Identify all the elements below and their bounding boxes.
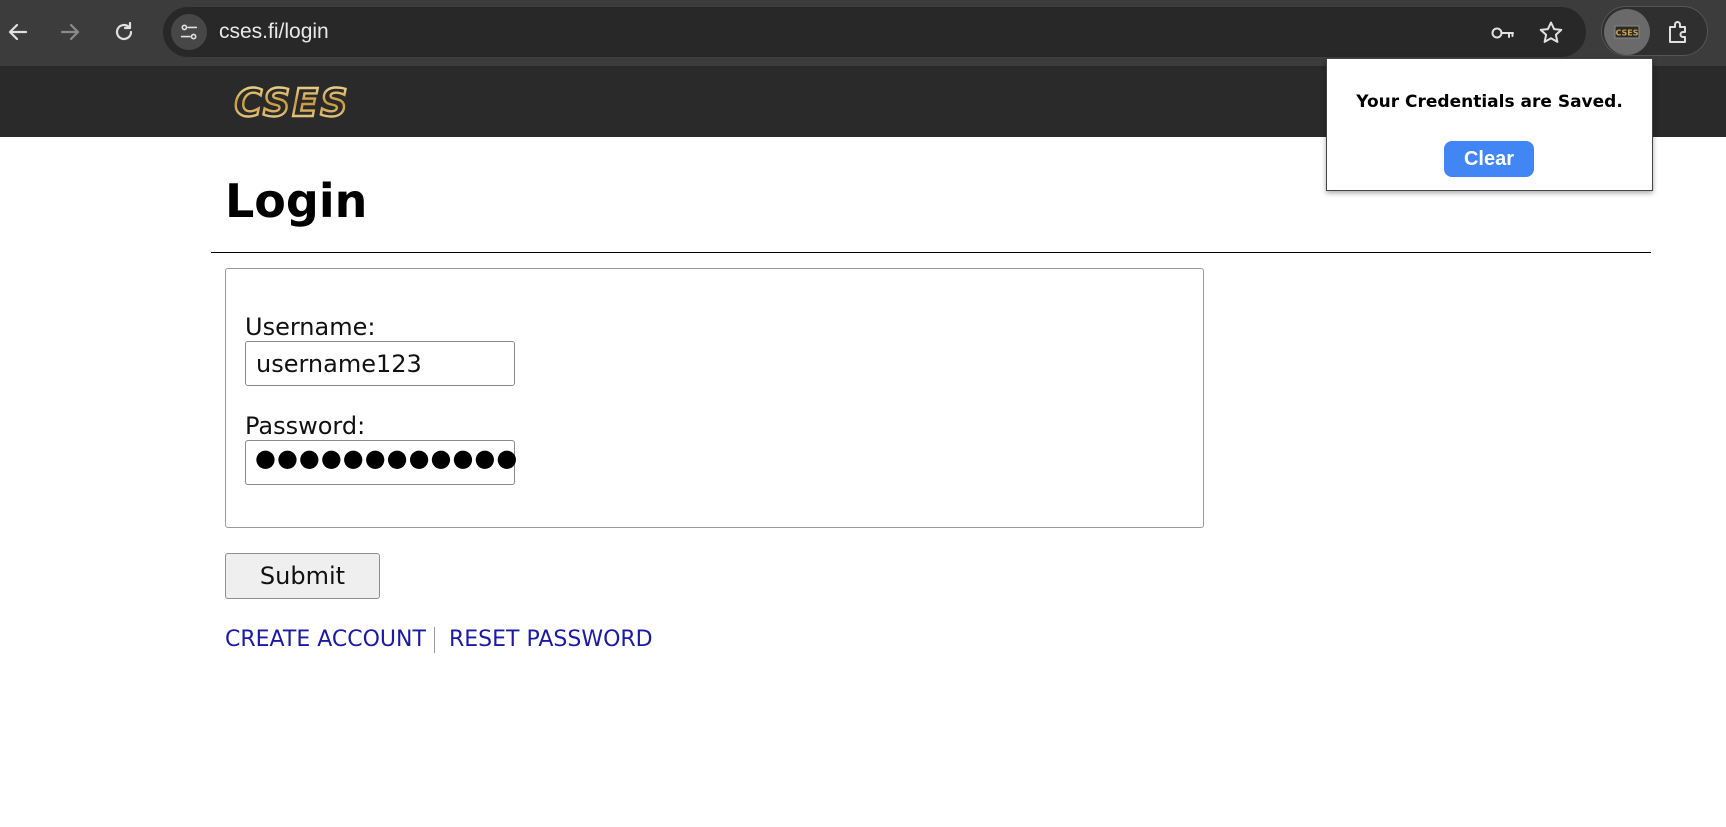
- link-separator: [434, 627, 435, 653]
- clear-button[interactable]: Clear: [1444, 141, 1534, 177]
- username-label: Username:: [245, 313, 376, 341]
- svg-text:CSES: CSES: [1615, 29, 1638, 38]
- password-input[interactable]: [245, 440, 515, 485]
- back-button[interactable]: [0, 14, 36, 50]
- username-input[interactable]: [245, 341, 515, 386]
- reset-password-link[interactable]: RESET PASSWORD: [449, 627, 653, 652]
- back-icon: [8, 23, 28, 41]
- submit-button[interactable]: Submit: [225, 553, 380, 599]
- password-label: Password:: [245, 412, 366, 440]
- forward-button[interactable]: [52, 14, 88, 50]
- title-divider: [211, 252, 1651, 253]
- page-title: Login: [225, 174, 368, 228]
- site-info-button[interactable]: [171, 14, 207, 50]
- address-bar[interactable]: cses.fi/login: [163, 7, 1586, 57]
- browser-toolbar: cses.fi/login CSES: [0, 0, 1726, 67]
- forward-icon: [60, 23, 80, 41]
- extension-icon: CSES: [1614, 25, 1640, 39]
- credentials-popup: Your Credentials are Saved. Clear: [1326, 58, 1653, 191]
- reload-icon: [115, 21, 133, 41]
- svg-text:CSES: CSES: [234, 83, 349, 123]
- url-text[interactable]: cses.fi/login: [219, 20, 329, 44]
- cses-logo[interactable]: CSES: [223, 83, 361, 123]
- reload-button[interactable]: [106, 14, 142, 50]
- cses-extension-button[interactable]: CSES: [1604, 9, 1650, 55]
- login-form: [225, 268, 1204, 528]
- create-account-link[interactable]: CREATE ACCOUNT: [225, 627, 426, 652]
- puzzle-icon[interactable]: [1666, 19, 1692, 45]
- star-icon[interactable]: [1538, 20, 1564, 46]
- extensions-area: CSES: [1601, 6, 1708, 56]
- site-info-icon: [180, 24, 198, 40]
- popup-message: Your Credentials are Saved.: [1356, 92, 1623, 112]
- key-icon[interactable]: [1489, 20, 1515, 46]
